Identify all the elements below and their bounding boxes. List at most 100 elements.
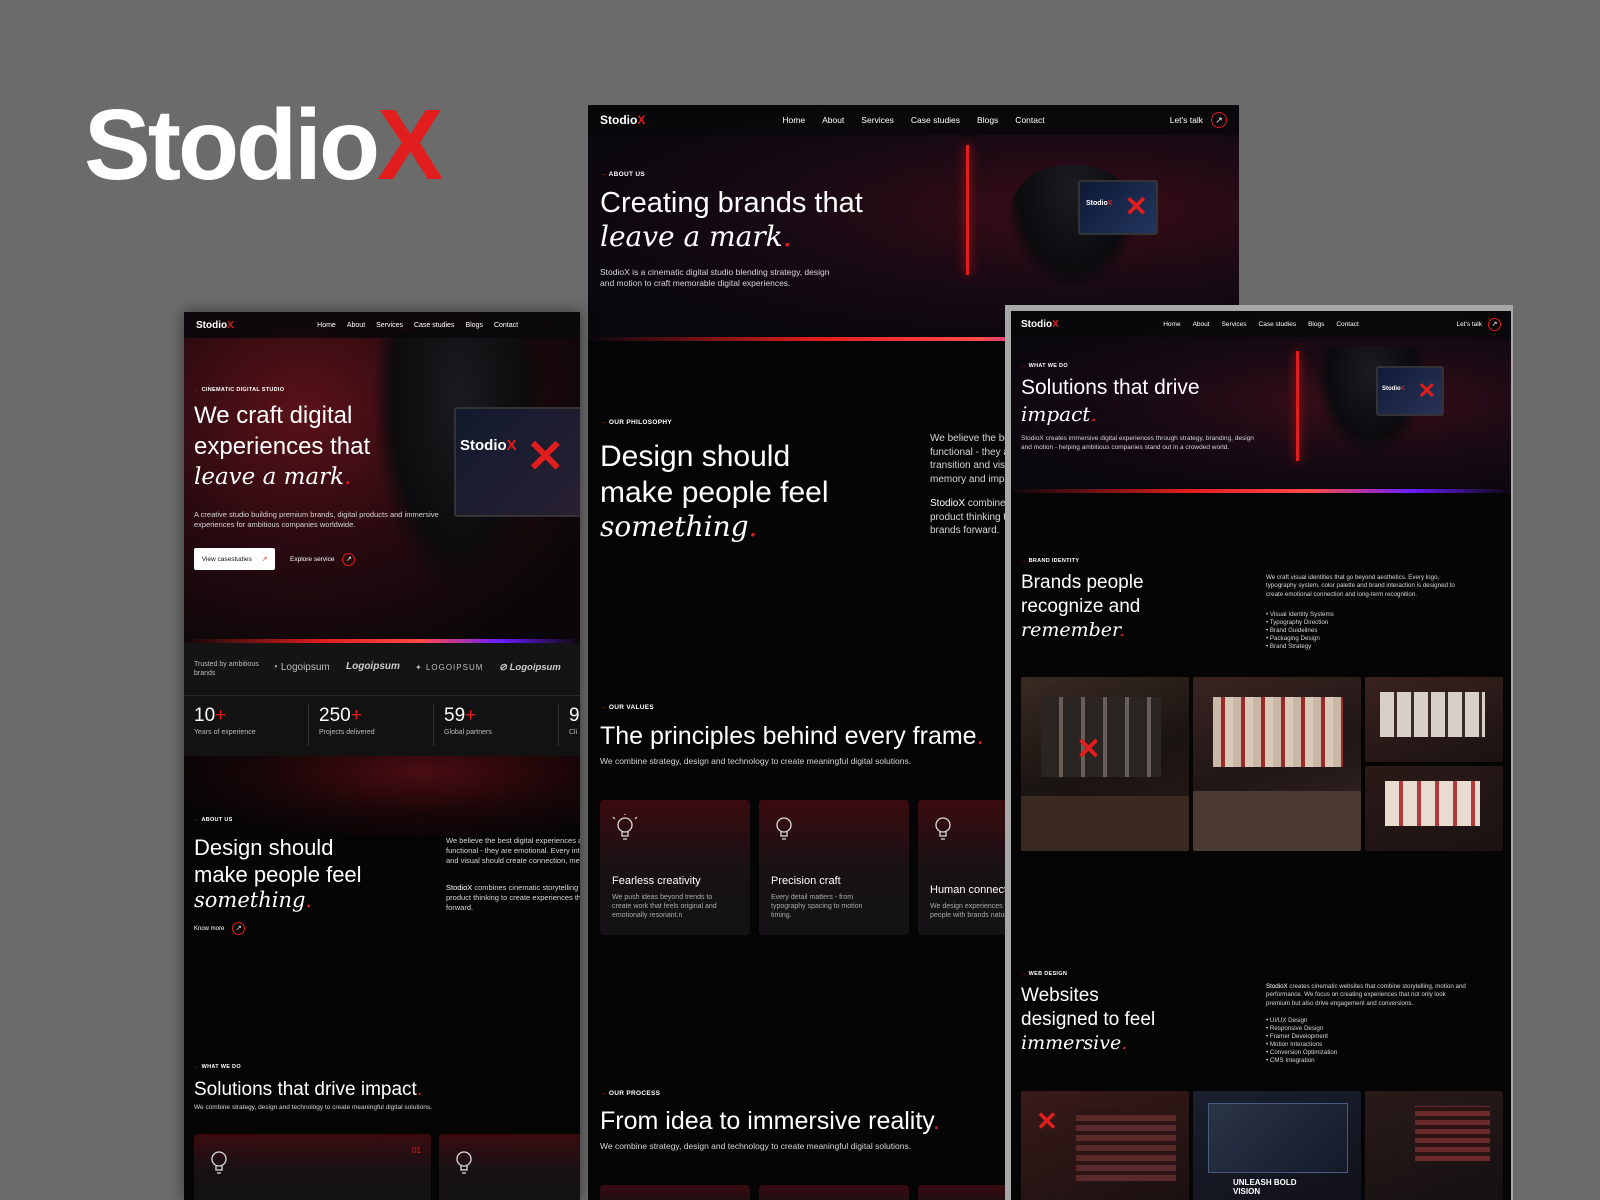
left-hero-desc: A creative studio building premium brand… — [194, 510, 439, 530]
arrow-up-right-icon: ↗ — [232, 922, 246, 935]
nav-link-about[interactable]: About — [347, 322, 365, 329]
list-item: Conversion Optimization — [1266, 1049, 1337, 1057]
partner-logo: ✦ LOGOIPSUM — [415, 663, 484, 672]
divider — [308, 704, 309, 746]
monitor-brand-accent: X — [1107, 200, 1113, 207]
nav-link-contact[interactable]: Contact — [1015, 115, 1044, 125]
partner-logo: Logoipsum — [346, 661, 400, 672]
list-item: UI/UX Design — [1266, 1017, 1337, 1025]
stat-item: 9 Cli — [569, 705, 580, 736]
values-title: The principles behind every frame. — [600, 722, 984, 750]
nav-links: Home About Services Case studies Blogs C… — [1163, 321, 1359, 328]
nav-link-services[interactable]: Services — [1222, 321, 1247, 328]
view-casestudies-button[interactable]: View casestudies ↗ — [194, 548, 275, 570]
explore-service-button[interactable]: Explore service ↗ — [290, 548, 356, 570]
nav-link-blogs[interactable]: Blogs — [465, 322, 483, 329]
divider — [433, 704, 434, 746]
web-design-brand: StodioX — [1266, 983, 1288, 990]
brand-mockup-photo — [1193, 677, 1361, 851]
neon-light-decor — [966, 145, 969, 275]
nav-link-case-studies[interactable]: Case studies — [911, 115, 960, 125]
web-design-desc: StodioX creates cinematic websites that … — [1266, 983, 1466, 1007]
value-card-title: Precision craft — [771, 875, 841, 887]
nav-logo[interactable]: StodioX — [1021, 319, 1059, 330]
lets-talk-button[interactable]: Let's talk ↗ — [1170, 112, 1227, 128]
nav-link-contact[interactable]: Contact — [1336, 321, 1358, 328]
nav-logo-accent: X — [637, 113, 646, 127]
services-title: Solutions that drive impact. — [194, 1079, 423, 1100]
about-title-italic: something. — [194, 888, 313, 912]
nav-link-home[interactable]: Home — [1163, 321, 1180, 328]
list-item: Motion Interactions — [1266, 1041, 1337, 1049]
left-page-mockup: StodioX ✕ StodioX Home About Services Ca… — [184, 312, 580, 1200]
nav-link-case-studies[interactable]: Case studies — [1259, 321, 1297, 328]
nav-link-case-studies[interactable]: Case studies — [414, 322, 454, 329]
nav-link-home[interactable]: Home — [317, 322, 336, 329]
list-item: Brand Strategy — [1266, 643, 1334, 651]
nav-logo-main: Stodio — [1021, 318, 1053, 330]
web-mockup-photo: ✕ — [1021, 1091, 1189, 1200]
center-navbar: StodioX Home About Services Case studies… — [588, 105, 1239, 135]
web-mockup-photo: UNLEASH BOLD VISION — [1193, 1091, 1361, 1200]
arrow-up-right-icon: ↗ — [1211, 112, 1227, 128]
brand-identity-title-2: recognize and — [1021, 596, 1141, 617]
nav-logo[interactable]: StodioX — [600, 113, 645, 127]
monitor-image: StodioX ✕ — [454, 407, 580, 517]
nav-link-about[interactable]: About — [1193, 321, 1210, 328]
stat-label: Global partners — [444, 729, 492, 736]
process-desc: We combine strategy, design and technolo… — [600, 1141, 912, 1151]
nav-link-services[interactable]: Services — [861, 115, 894, 125]
left-hero-italic-text: leave a mark — [194, 464, 345, 490]
list-item: Framer Development — [1266, 1033, 1337, 1041]
stat-item: 10+ Years of experience — [194, 705, 256, 736]
list-item: Brand Guidelines — [1266, 627, 1334, 635]
view-casestudies-label: View casestudies — [201, 555, 252, 563]
nav-link-blogs[interactable]: Blogs — [1308, 321, 1324, 328]
nav-links: Home About Services Case studies Blogs C… — [782, 115, 1044, 125]
lightbulb-icon — [211, 1151, 227, 1174]
web-design-eyebrow: WEB DESIGN — [1021, 971, 1067, 977]
nav-link-contact[interactable]: Contact — [494, 322, 518, 329]
neon-light-decor — [1296, 351, 1299, 461]
monitor-brand: Stodio — [1382, 386, 1401, 392]
lets-talk-button[interactable]: Let's talk ↗ — [1457, 317, 1501, 331]
know-more-label: Know more — [194, 925, 225, 932]
nav-logo[interactable]: StodioX — [196, 320, 234, 331]
stat-item: 250+ Projects delivered — [319, 705, 375, 736]
values-eyebrow: OUR VALUES — [600, 704, 654, 711]
list-item: Responsive Design — [1266, 1025, 1337, 1033]
process-title-text: From idea to immersive reality — [600, 1107, 933, 1135]
left-hero-title-1: We craft digital — [194, 402, 353, 429]
lightbulb-icon — [612, 814, 638, 840]
monitor-brand: Stodio — [1086, 200, 1108, 207]
right-hero-eyebrow: WHAT WE DO — [1021, 363, 1068, 369]
about-italic-text: something — [194, 888, 306, 912]
list-item: CMS Integration — [1266, 1057, 1337, 1065]
list-item: Visual Identity Systems — [1266, 611, 1334, 619]
trusted-label: Trusted by ambitious brands — [194, 661, 259, 678]
service-card: 01 — [194, 1134, 431, 1200]
nav-link-blogs[interactable]: Blogs — [977, 115, 998, 125]
partner-logo: ⊘ Logoipsum — [499, 662, 561, 673]
list-item: Typography Direction — [1266, 619, 1334, 627]
nav-logo-accent: X — [1052, 318, 1059, 330]
value-card: Precision craft Every detail matters - f… — [759, 800, 909, 935]
left-hero-title-2: experiences that — [194, 433, 371, 460]
nav-link-about[interactable]: About — [822, 115, 844, 125]
nav-link-services[interactable]: Services — [376, 322, 403, 329]
right-hero-title-italic: impact. — [1021, 402, 1097, 426]
know-more-link[interactable]: Know more ↗ — [194, 922, 246, 935]
brand-mockup-photo — [1365, 766, 1503, 851]
nav-link-home[interactable]: Home — [782, 115, 805, 125]
process-title: From idea to immersive reality. — [600, 1107, 940, 1135]
process-card — [759, 1185, 909, 1200]
arrow-up-right-icon: ↗ — [1488, 317, 1501, 331]
x-mark-icon: ✕ — [1417, 378, 1436, 403]
philosophy-title-1: Design should — [600, 440, 791, 473]
monitor-brand-accent: X — [506, 437, 517, 454]
philosophy-brand: StodioX — [930, 498, 966, 509]
philosophy-title-italic: something. — [600, 510, 758, 543]
value-card-title: Fearless creativity — [612, 875, 701, 887]
brand-name-main: Stodio — [84, 89, 380, 201]
right-hero-title: Solutions that drive — [1021, 376, 1200, 399]
